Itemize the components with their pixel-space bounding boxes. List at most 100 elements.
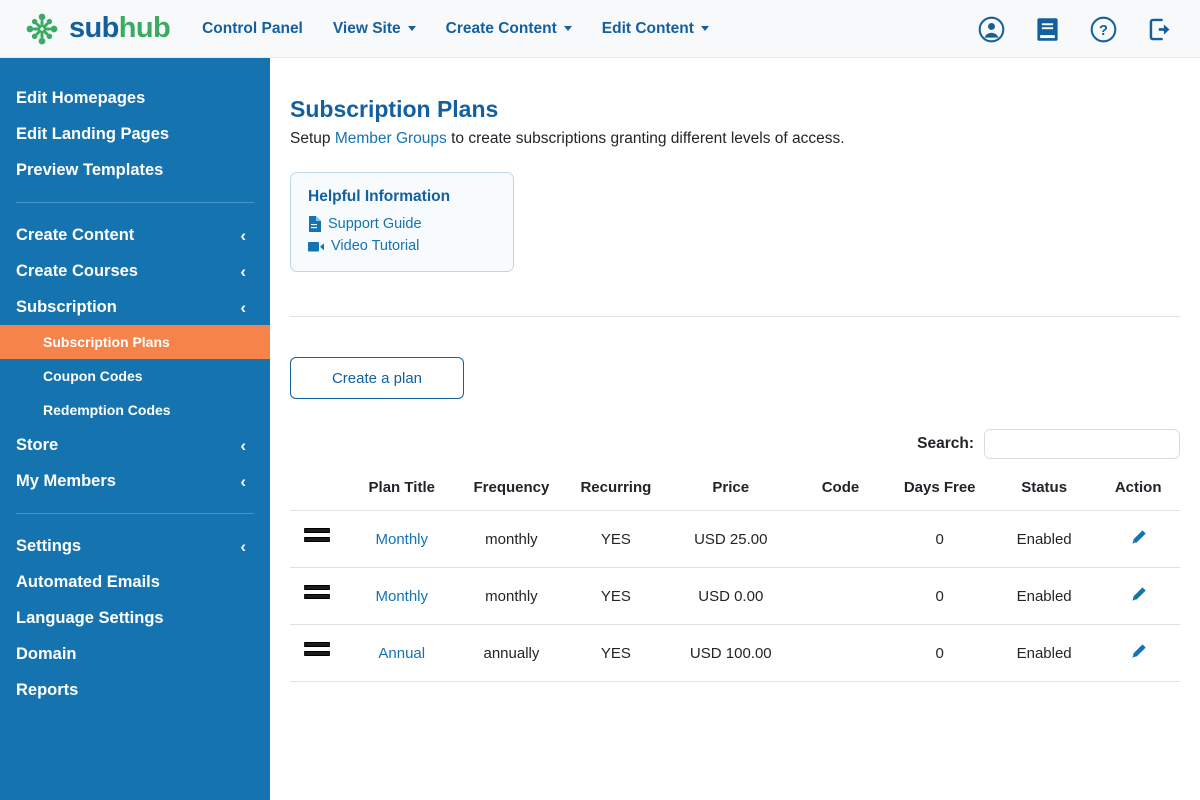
cell-code <box>793 624 888 682</box>
sidebar: Edit Homepages Edit Landing Pages Previe… <box>0 58 270 800</box>
cell-frequency: monthly <box>459 567 564 625</box>
chevron-left-icon: ‹ <box>240 225 246 245</box>
drag-handle-icon[interactable] <box>304 585 331 603</box>
cell-frequency: monthly <box>459 510 564 568</box>
subtitle-text-after: to create subscriptions granting differe… <box>446 130 845 147</box>
nav-item-edit-content[interactable]: Edit Content <box>602 20 709 38</box>
page-title: Subscription Plans <box>290 96 499 122</box>
column-header-frequency: Frequency <box>459 479 564 511</box>
svg-text:?: ? <box>1099 23 1108 39</box>
logout-icon[interactable] <box>1147 16 1174 43</box>
cell-recurring: YES <box>563 510 669 568</box>
drag-handle-icon[interactable] <box>304 528 331 546</box>
cell-recurring: YES <box>563 624 669 682</box>
sidebar-item-label: Edit Homepages <box>16 88 146 107</box>
column-header-plan-title: Plan Title <box>344 479 460 511</box>
brand-text-hub: hub <box>118 12 171 44</box>
nav-label: Create Content <box>445 19 557 37</box>
sidebar-item-preview-templates[interactable]: Preview Templates <box>0 152 270 188</box>
main-nav: Control Panel View Site Create Content E… <box>202 20 739 38</box>
sidebar-item-subscription[interactable]: Subscription ‹ <box>0 289 270 325</box>
sidebar-item-label: Domain <box>16 644 77 663</box>
sidebar-item-store[interactable]: Store ‹ <box>0 427 270 463</box>
brand-logo[interactable]: subhub <box>22 9 171 49</box>
member-groups-link[interactable]: Member Groups <box>335 130 447 147</box>
cell-status: Enabled <box>991 624 1097 682</box>
column-header-price: Price <box>668 479 794 511</box>
brand-text-sub: sub <box>69 12 119 44</box>
plan-title-link[interactable]: Monthly <box>375 531 428 548</box>
search-input[interactable] <box>984 429 1180 459</box>
cell-price: USD 25.00 <box>668 510 794 568</box>
nav-label: Edit Content <box>601 19 694 37</box>
cell-plan-title: Annual <box>344 624 460 682</box>
sidebar-item-subscription-plans[interactable]: Subscription Plans <box>0 325 270 359</box>
sidebar-item-settings[interactable]: Settings ‹ <box>0 528 270 564</box>
drag-handle-cell[interactable] <box>290 510 345 568</box>
support-guide-link[interactable]: Support Guide <box>308 216 496 232</box>
sidebar-item-label: Subscription <box>16 297 117 316</box>
nav-item-create-content[interactable]: Create Content <box>446 20 572 38</box>
sidebar-item-label: Settings <box>16 536 82 555</box>
book-icon[interactable] <box>1035 16 1060 43</box>
sidebar-item-reports[interactable]: Reports <box>0 672 270 708</box>
nav-item-view-site[interactable]: View Site <box>333 20 416 38</box>
search-label: Search: <box>917 435 974 452</box>
video-tutorial-link[interactable]: Video Tutorial <box>308 238 496 254</box>
cell-price: USD 100.00 <box>668 624 794 682</box>
table-row: Annual annually YES USD 100.00 0 Enabled <box>290 624 1180 682</box>
main-content: Subscription Plans Setup Member Groups t… <box>270 58 1200 800</box>
cell-status: Enabled <box>991 510 1097 568</box>
sidebar-item-edit-homepages[interactable]: Edit Homepages <box>0 80 270 116</box>
create-plan-button[interactable]: Create a plan <box>290 357 464 399</box>
drag-handle-icon[interactable] <box>304 642 331 660</box>
edit-pencil-icon[interactable] <box>1130 643 1147 660</box>
sidebar-item-automated-emails[interactable]: Automated Emails <box>0 564 270 600</box>
column-header-status: Status <box>991 479 1097 511</box>
cell-plan-title: Monthly <box>344 510 460 568</box>
sidebar-item-language-settings[interactable]: Language Settings <box>0 600 270 636</box>
cell-plan-title: Monthly <box>344 567 460 625</box>
table-body: Monthly monthly YES USD 25.00 0 Enabled <box>290 510 1180 682</box>
drag-handle-cell[interactable] <box>290 624 345 682</box>
help-icon[interactable]: ? <box>1090 16 1117 43</box>
plan-title-link[interactable]: Monthly <box>375 588 428 605</box>
drag-handle-cell[interactable] <box>290 567 345 625</box>
document-icon <box>309 216 321 232</box>
edit-pencil-icon[interactable] <box>1130 529 1147 546</box>
info-card-title: Helpful Information <box>308 188 451 205</box>
cell-code <box>793 510 888 568</box>
top-navigation-bar: subhub Control Panel View Site Create Co… <box>0 0 1200 58</box>
column-header-days-free: Days Free <box>887 479 992 511</box>
sidebar-item-create-content[interactable]: Create Content ‹ <box>0 217 270 253</box>
sidebar-item-coupon-codes[interactable]: Coupon Codes <box>0 359 270 393</box>
cell-recurring: YES <box>563 567 669 625</box>
brand-wordmark: subhub <box>69 12 171 44</box>
chevron-down-icon <box>407 26 416 31</box>
sidebar-item-domain[interactable]: Domain <box>0 636 270 672</box>
sidebar-item-label: My Members <box>16 471 116 490</box>
sidebar-item-label: Language Settings <box>16 608 164 627</box>
sidebar-item-redemption-codes[interactable]: Redemption Codes <box>0 393 270 427</box>
cell-action <box>1096 567 1180 625</box>
sidebar-item-label: Create Content <box>16 225 135 244</box>
nav-item-control-panel[interactable]: Control Panel <box>202 20 303 38</box>
sidebar-item-my-members[interactable]: My Members ‹ <box>0 463 270 499</box>
plan-title-link[interactable]: Annual <box>378 645 425 662</box>
sidebar-item-edit-landing-pages[interactable]: Edit Landing Pages <box>0 116 270 152</box>
sidebar-item-label: Store <box>16 435 59 454</box>
sidebar-item-label: Automated Emails <box>16 572 160 591</box>
column-header-recurring: Recurring <box>563 479 669 511</box>
chevron-left-icon: ‹ <box>240 297 246 317</box>
cell-days-free: 0 <box>887 567 992 625</box>
cell-status: Enabled <box>991 567 1097 625</box>
edit-pencil-icon[interactable] <box>1130 586 1147 603</box>
nav-label: View Site <box>332 19 401 37</box>
starburst-logo-icon <box>26 13 58 44</box>
account-icon[interactable] <box>978 16 1005 43</box>
sidebar-item-create-courses[interactable]: Create Courses ‹ <box>0 253 270 289</box>
subtitle-text-before: Setup <box>290 130 335 147</box>
page-subtitle: Setup Member Groups to create subscripti… <box>290 130 1180 148</box>
sidebar-subitem-label: Redemption Codes <box>43 402 171 418</box>
cell-code <box>793 567 888 625</box>
